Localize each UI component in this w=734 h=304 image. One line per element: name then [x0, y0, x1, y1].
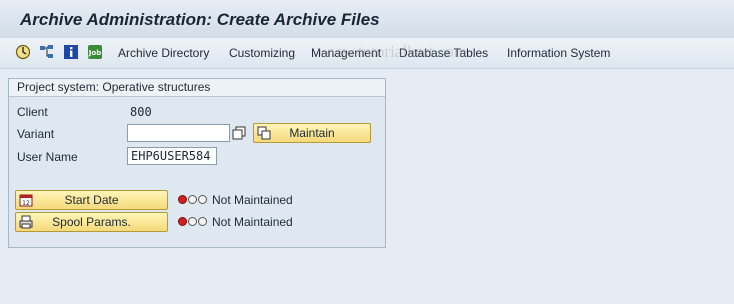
- menu-database-tables[interactable]: Database Tables: [399, 46, 488, 60]
- spool-params-label: Spool Params.: [52, 215, 131, 229]
- variant-field[interactable]: [127, 124, 230, 142]
- maintain-button[interactable]: Maintain: [253, 123, 371, 143]
- project-system-group: Project system: Operative structures Cli…: [8, 78, 386, 248]
- off-light-icon: [198, 217, 207, 226]
- spool-status-light: [178, 217, 207, 226]
- spool-params-button[interactable]: Spool Params.: [15, 212, 168, 232]
- copy-icon[interactable]: [232, 126, 246, 140]
- username-field[interactable]: EHP6USER584: [127, 147, 217, 165]
- svg-text:12: 12: [22, 200, 30, 207]
- calendar-icon: 12: [19, 193, 33, 207]
- info-icon[interactable]: [63, 44, 79, 60]
- start-date-button[interactable]: 12 Start Date: [15, 190, 168, 210]
- application-toolbar: Job Archive Directory Customizing Manage…: [0, 38, 734, 69]
- off-light-icon: [198, 195, 207, 204]
- off-light-icon: [188, 195, 197, 204]
- client-label: Client: [17, 105, 48, 119]
- red-light-icon: [178, 195, 187, 204]
- printer-icon: [19, 215, 33, 229]
- variant-label: Variant: [17, 127, 55, 141]
- menu-management[interactable]: Management: [311, 46, 381, 60]
- hierarchy-icon[interactable]: [39, 44, 55, 60]
- client-value: 800: [130, 105, 152, 119]
- red-light-icon: [178, 217, 187, 226]
- maintain-icon: [257, 126, 271, 140]
- start-date-status-light: [178, 195, 207, 204]
- execute-icon[interactable]: [15, 44, 31, 60]
- menu-information-system[interactable]: Information System: [507, 46, 610, 60]
- menu-customizing[interactable]: Customizing: [229, 46, 295, 60]
- menu-archive-directory[interactable]: Archive Directory: [118, 46, 209, 60]
- start-date-label: Start Date: [64, 193, 119, 207]
- group-title: Project system: Operative structures: [9, 79, 385, 97]
- username-label: User Name: [17, 150, 78, 164]
- spool-status: Not Maintained: [212, 215, 293, 229]
- start-date-status: Not Maintained: [212, 193, 293, 207]
- title-bar: Archive Administration: Create Archive F…: [0, 0, 734, 39]
- maintain-label: Maintain: [289, 126, 335, 140]
- job-icon[interactable]: Job: [87, 44, 103, 60]
- page-title: Archive Administration: Create Archive F…: [20, 10, 380, 29]
- off-light-icon: [188, 217, 197, 226]
- svg-text:Job: Job: [88, 49, 101, 57]
